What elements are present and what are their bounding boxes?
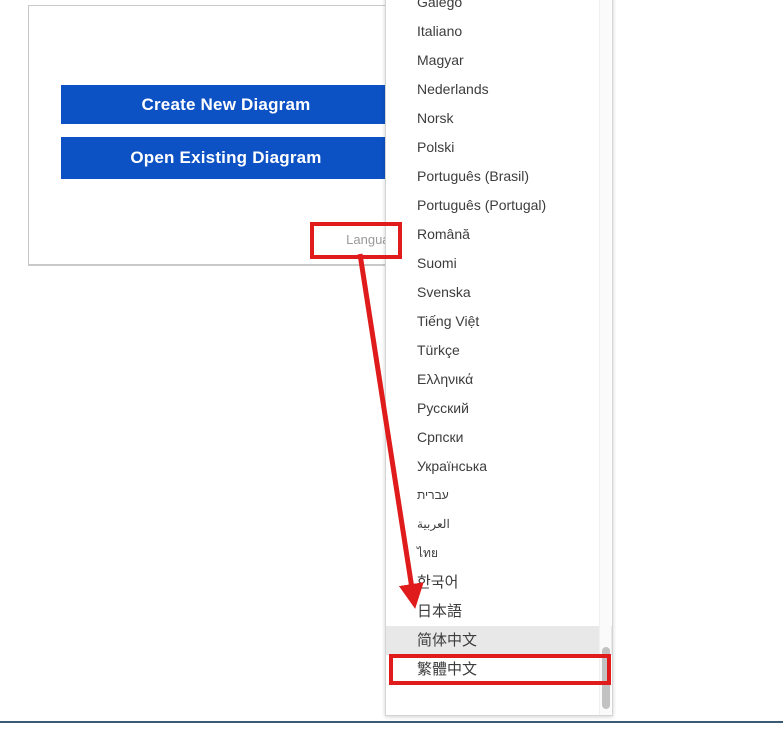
create-new-diagram-button[interactable]: Create New Diagram [61,85,391,124]
language-option[interactable]: Tiếng Việt [386,307,612,336]
language-option[interactable]: 繁體中文 [386,655,612,684]
language-option[interactable]: 한국어 [386,568,612,597]
language-option[interactable]: Italiano [386,17,612,46]
splash-dialog: Create New Diagram Open Existing Diagram… [28,5,418,266]
language-option[interactable]: עברית [386,481,612,510]
language-option[interactable]: Português (Brasil) [386,162,612,191]
dropdown-scrollbar-thumb[interactable] [602,647,610,709]
language-list: FrançaisGalegoItalianoMagyarNederlandsNo… [386,0,612,715]
language-option[interactable]: 简体中文 [386,626,612,655]
language-option[interactable]: 日本語 [386,597,612,626]
language-option[interactable]: Српски [386,423,612,452]
language-option[interactable]: Українська [386,452,612,481]
language-option[interactable]: Galego [386,0,612,17]
language-option[interactable]: Nederlands [386,75,612,104]
language-option[interactable]: Norsk [386,104,612,133]
language-option[interactable]: Polski [386,133,612,162]
language-option[interactable]: Português (Portugal) [386,191,612,220]
language-option[interactable]: Suomi [386,249,612,278]
language-option[interactable]: Türkçe [386,336,612,365]
language-option[interactable]: Ελληνικά [386,365,612,394]
open-existing-diagram-button[interactable]: Open Existing Diagram [61,137,391,179]
language-option[interactable]: Română [386,220,612,249]
language-option[interactable]: العربية [386,510,612,539]
language-option[interactable]: Русский [386,394,612,423]
language-option[interactable]: Magyar [386,46,612,75]
language-dropdown-menu[interactable]: FrançaisGalegoItalianoMagyarNederlandsNo… [385,0,613,716]
language-option[interactable]: ไทย [386,539,612,568]
language-option[interactable]: Svenska [386,278,612,307]
dropdown-scrollbar[interactable] [599,0,611,715]
page-bottom-rule [0,721,783,723]
